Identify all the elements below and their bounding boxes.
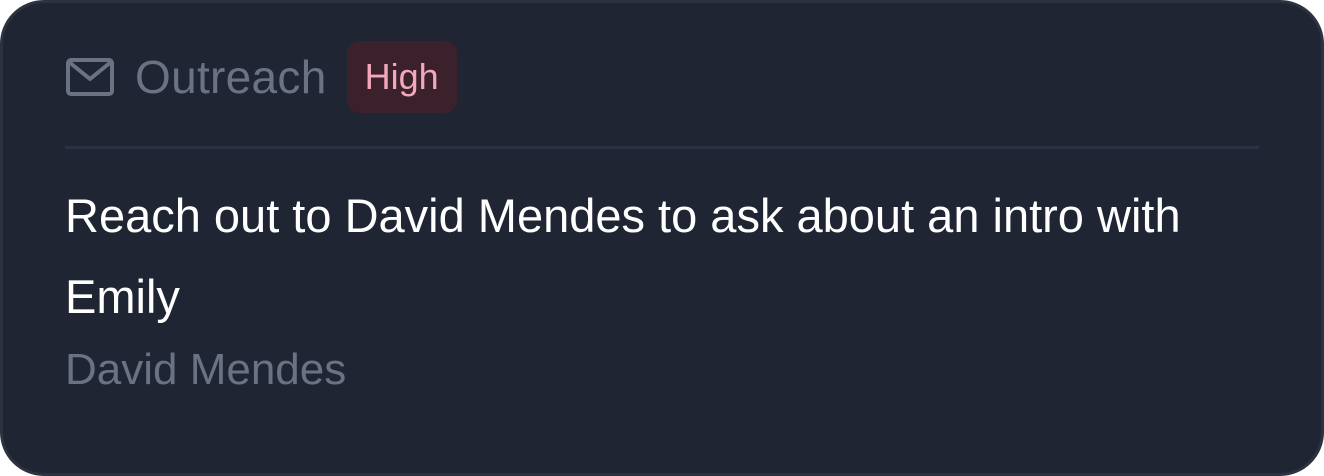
assignee-name: David Mendes — [65, 345, 347, 394]
priority-badge: High — [346, 40, 457, 113]
task-card[interactable]: Outreach High Reach out to David Mendes … — [0, 0, 1324, 476]
task-card-header: Outreach High — [65, 3, 1259, 149]
mail-icon — [65, 57, 115, 97]
category-label: Outreach — [135, 50, 327, 103]
task-title: Reach out to David Mendes to ask about a… — [65, 189, 1181, 323]
